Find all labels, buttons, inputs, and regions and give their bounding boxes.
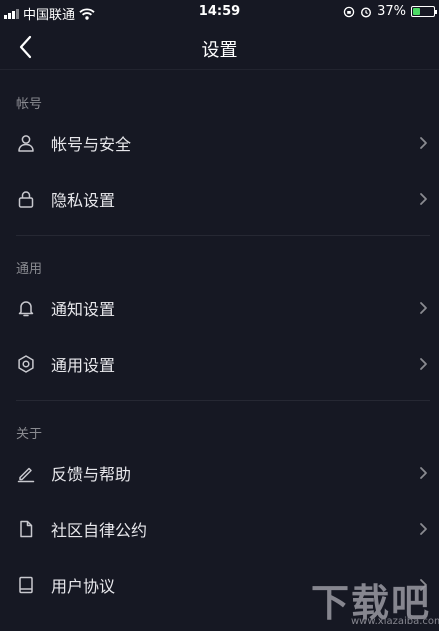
chevron-right-icon	[420, 467, 427, 479]
battery-percent: 37%	[377, 4, 406, 19]
book-icon	[19, 576, 33, 594]
user-icon	[18, 135, 34, 152]
chevron-right-icon	[420, 193, 427, 205]
pencil-icon	[17, 467, 35, 483]
status-right: 37%	[343, 4, 437, 19]
chevron-right-icon	[420, 358, 427, 370]
row-label: 帐号与安全	[51, 135, 132, 154]
watermark-url: www.xiazaiba.com	[351, 616, 439, 627]
section-label-about: 关于	[16, 427, 43, 442]
battery-fill	[413, 8, 421, 15]
status-bar: 中国联通 14:59 37%	[0, 0, 439, 24]
chevron-right-icon	[420, 523, 427, 535]
battery-icon	[411, 6, 437, 17]
alarm-icon	[361, 6, 372, 18]
section-divider	[16, 400, 430, 401]
document-icon	[20, 520, 33, 538]
settings-row-notifications[interactable]: 通知设置	[0, 280, 439, 336]
row-label: 通知设置	[51, 300, 116, 319]
nav-bar: 设置	[0, 24, 439, 70]
settings-row-general[interactable]: 通用设置	[0, 336, 439, 392]
row-label: 反馈与帮助	[51, 465, 132, 484]
page-title: 设置	[201, 40, 238, 61]
settings-row-community-guidelines[interactable]: 社区自律公约	[0, 501, 439, 557]
row-label: 隐私设置	[51, 191, 116, 210]
bell-icon	[18, 301, 34, 317]
settings-row-account-security[interactable]: 帐号与安全	[0, 115, 439, 171]
chevron-right-icon	[420, 137, 427, 149]
watermark: 下载吧 www.xiazaiba.com	[303, 570, 439, 631]
section-label-account: 帐号	[16, 97, 43, 112]
row-label: 社区自律公约	[51, 521, 148, 540]
orientation-lock-icon	[343, 6, 355, 17]
chevron-right-icon	[420, 302, 427, 314]
section-label-general: 通用	[16, 262, 43, 277]
row-label: 用户协议	[51, 577, 116, 596]
settings-row-privacy[interactable]: 隐私设置	[0, 171, 439, 227]
lock-icon	[18, 191, 34, 208]
gear-icon	[18, 355, 34, 373]
settings-row-feedback[interactable]: 反馈与帮助	[0, 445, 439, 501]
row-label: 通用设置	[51, 356, 116, 375]
section-divider	[16, 235, 430, 236]
